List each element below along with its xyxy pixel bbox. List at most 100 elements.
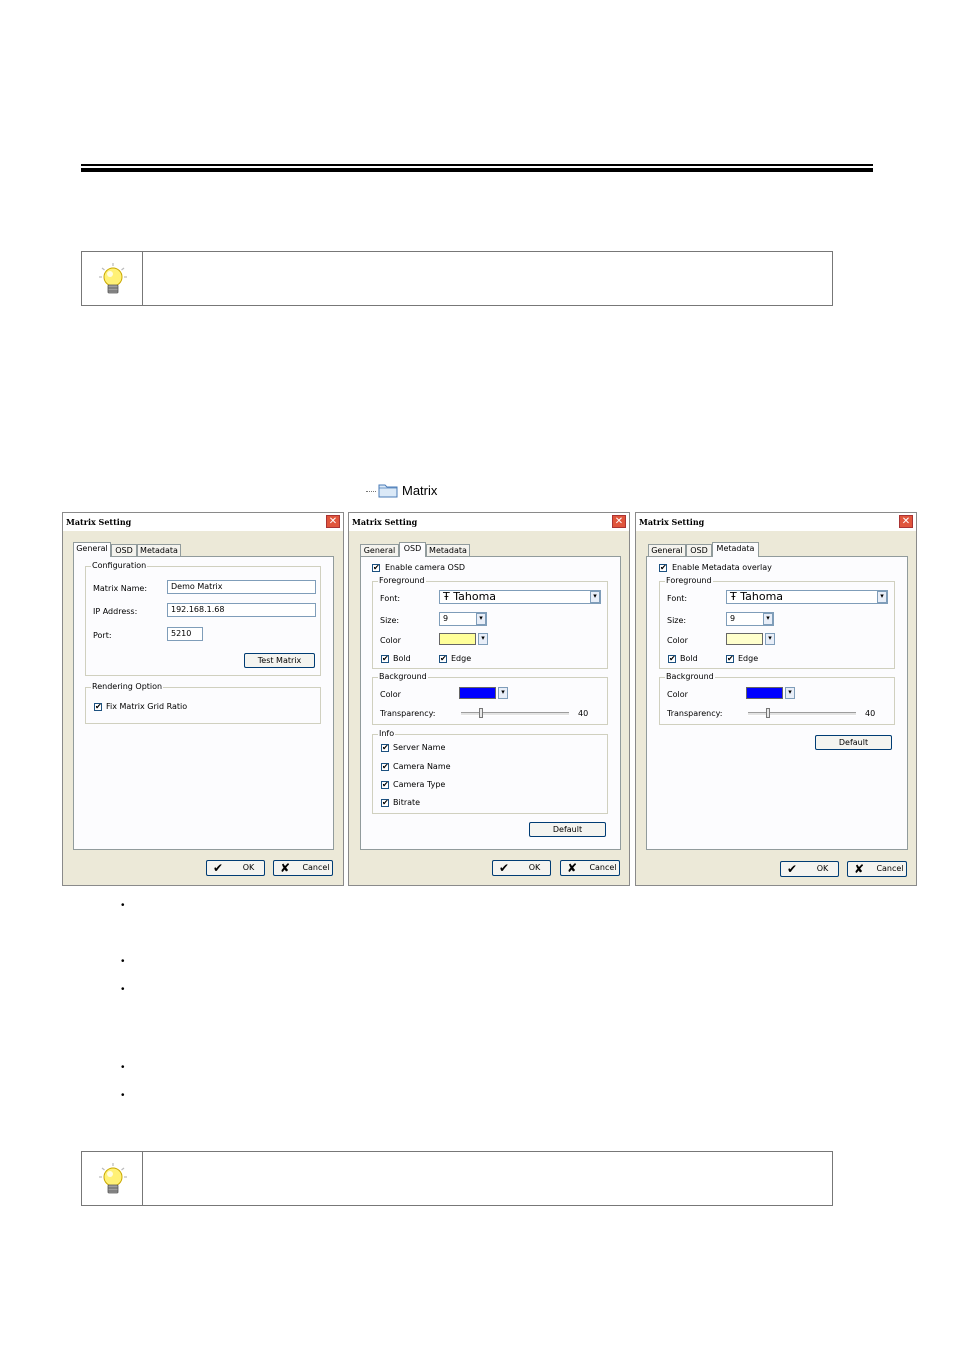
enable-metadata-label: Enable Metadata overlay bbox=[672, 563, 772, 572]
font-symbol-icon: Ŧ bbox=[443, 590, 450, 603]
size-dropdown-icon[interactable]: ▾ bbox=[763, 613, 773, 625]
background-color-label: Color bbox=[667, 690, 688, 699]
check-icon: ✔ bbox=[787, 862, 798, 876]
font-dropdown-icon[interactable]: ▾ bbox=[590, 591, 600, 603]
tab-general[interactable]: General bbox=[648, 544, 686, 556]
tree-item-label: Matrix bbox=[402, 482, 438, 498]
background-color-label: Color bbox=[380, 690, 401, 699]
color-dropdown-icon[interactable]: ▾ bbox=[765, 633, 775, 645]
matrix-name-input[interactable]: Demo Matrix bbox=[167, 580, 316, 594]
camera-name-checkbox[interactable]: ✔ bbox=[381, 763, 389, 771]
ok-button[interactable]: ✔ OK bbox=[780, 861, 839, 877]
tree-item-matrix[interactable]: Matrix bbox=[366, 480, 437, 500]
cancel-x-icon: ✘ bbox=[280, 861, 291, 875]
tip-icon-cell bbox=[82, 1152, 143, 1205]
size-label: Size: bbox=[380, 616, 400, 625]
ok-button[interactable]: ✔ OK bbox=[206, 860, 265, 876]
group-label: Background bbox=[378, 672, 428, 681]
font-symbol-icon: Ŧ bbox=[730, 590, 737, 603]
dialog-title: Matrix Setting bbox=[639, 517, 705, 527]
bitrate-checkbox[interactable]: ✔ bbox=[381, 799, 389, 807]
ok-button[interactable]: ✔ OK bbox=[492, 860, 551, 876]
foreground-group: Foreground Font: Ŧ Tahoma ▾ Size: 9 ▾ Co… bbox=[372, 576, 608, 669]
server-name-checkbox[interactable]: ✔ bbox=[381, 744, 389, 752]
enable-osd-label: Enable camera OSD bbox=[385, 563, 466, 572]
dialog-titlebar: Matrix Setting ✕ bbox=[636, 513, 916, 531]
tab-panel-general: Configuration Matrix Name: Demo Matrix I… bbox=[73, 556, 334, 850]
cancel-x-icon: ✘ bbox=[567, 861, 578, 875]
matrix-setting-dialog-general: Matrix Setting ✕ General OSD Metadata Co… bbox=[62, 512, 344, 886]
background-color-swatch[interactable] bbox=[746, 687, 783, 699]
default-button[interactable]: Default bbox=[815, 735, 892, 750]
tab-metadata[interactable]: Metadata bbox=[137, 544, 181, 556]
camera-type-label: Camera Type bbox=[393, 780, 446, 789]
size-dropdown-icon[interactable]: ▾ bbox=[476, 613, 486, 625]
tree-connector bbox=[366, 490, 376, 492]
font-dropdown-icon[interactable]: ▾ bbox=[877, 591, 887, 603]
fix-ratio-checkbox[interactable]: ✔ bbox=[94, 703, 102, 711]
tab-osd[interactable]: OSD bbox=[686, 544, 712, 556]
font-select[interactable]: Ŧ Tahoma bbox=[439, 590, 601, 604]
ip-address-input[interactable]: 192.168.1.68 bbox=[167, 603, 316, 617]
font-label: Font: bbox=[380, 594, 401, 603]
tip-icon-cell bbox=[82, 252, 143, 305]
font-select-value: Tahoma bbox=[453, 590, 497, 603]
edge-checkbox[interactable]: ✔ bbox=[726, 655, 734, 663]
tab-osd[interactable]: OSD bbox=[399, 542, 426, 557]
lightbulb-icon bbox=[99, 1163, 127, 1194]
tab-metadata[interactable]: Metadata bbox=[426, 544, 470, 556]
background-group: Background Color ▾ Transparency: 40 bbox=[659, 672, 895, 725]
port-input[interactable]: 5210 bbox=[167, 627, 203, 641]
test-matrix-button[interactable]: Test Matrix bbox=[244, 653, 315, 668]
dialog-titlebar: Matrix Setting ✕ bbox=[349, 513, 629, 531]
tab-osd[interactable]: OSD bbox=[111, 544, 137, 556]
dialog-title: Matrix Setting bbox=[66, 517, 132, 527]
tab-metadata[interactable]: Metadata bbox=[712, 542, 759, 557]
foreground-group: Foreground Font: Ŧ Tahoma ▾ Size: 9 ▾ Co… bbox=[659, 576, 895, 669]
cancel-button[interactable]: ✘ Cancel bbox=[560, 860, 620, 876]
tab-general[interactable]: General bbox=[73, 542, 111, 557]
close-button[interactable]: ✕ bbox=[612, 515, 626, 528]
group-label: Configuration bbox=[91, 561, 148, 570]
server-name-label: Server Name bbox=[393, 743, 446, 752]
bullet-marker: • bbox=[121, 956, 125, 967]
transparency-slider-track[interactable] bbox=[461, 712, 569, 716]
bullet-marker: • bbox=[121, 1090, 125, 1101]
bold-checkbox[interactable]: ✔ bbox=[381, 655, 389, 663]
default-button[interactable]: Default bbox=[529, 822, 606, 837]
foreground-color-swatch[interactable] bbox=[439, 633, 476, 645]
enable-osd-checkbox[interactable]: ✔ bbox=[372, 564, 380, 572]
bitrate-label: Bitrate bbox=[393, 798, 421, 807]
enable-metadata-checkbox[interactable]: ✔ bbox=[659, 564, 667, 572]
close-button[interactable]: ✕ bbox=[326, 515, 340, 528]
dialog-title: Matrix Setting bbox=[352, 517, 418, 527]
foreground-color-swatch[interactable] bbox=[726, 633, 763, 645]
transparency-slider-thumb[interactable] bbox=[766, 708, 770, 718]
transparency-value: 40 bbox=[865, 709, 876, 718]
ok-label: OK bbox=[242, 863, 255, 872]
tip-note-box bbox=[81, 251, 833, 306]
close-button[interactable]: ✕ bbox=[899, 515, 913, 528]
cancel-label: Cancel bbox=[876, 864, 904, 873]
group-label: Info bbox=[378, 729, 396, 738]
tab-general[interactable]: General bbox=[360, 544, 399, 556]
rendering-option-group: Rendering Option ✔ Fix Matrix Grid Ratio bbox=[85, 682, 321, 724]
font-select[interactable]: Ŧ Tahoma bbox=[726, 590, 888, 604]
transparency-slider-thumb[interactable] bbox=[479, 708, 483, 718]
color-dropdown-icon[interactable]: ▾ bbox=[478, 633, 488, 645]
tip-note-box bbox=[81, 1151, 833, 1206]
group-label: Rendering Option bbox=[91, 682, 164, 691]
color-dropdown-icon[interactable]: ▾ bbox=[785, 687, 795, 699]
cancel-button[interactable]: ✘ Cancel bbox=[847, 861, 907, 877]
ok-label: OK bbox=[816, 864, 829, 873]
edge-checkbox[interactable]: ✔ bbox=[439, 655, 447, 663]
camera-type-checkbox[interactable]: ✔ bbox=[381, 781, 389, 789]
cancel-button[interactable]: ✘ Cancel bbox=[273, 860, 333, 876]
group-label: Foreground bbox=[378, 576, 426, 585]
bold-checkbox[interactable]: ✔ bbox=[668, 655, 676, 663]
folder-icon bbox=[378, 484, 398, 498]
tab-panel-metadata: ✔ Enable Metadata overlay Foreground Fon… bbox=[646, 556, 908, 850]
transparency-slider-track[interactable] bbox=[748, 712, 856, 716]
color-dropdown-icon[interactable]: ▾ bbox=[498, 687, 508, 699]
background-color-swatch[interactable] bbox=[459, 687, 496, 699]
